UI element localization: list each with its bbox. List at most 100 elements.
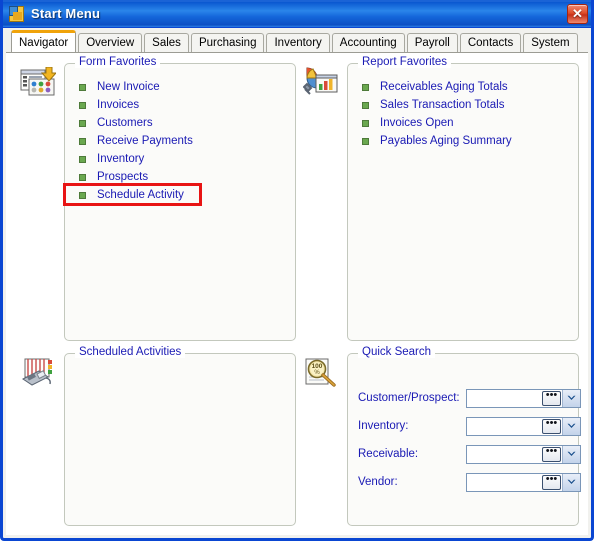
form-favorite-label: Receive Payments [97,135,193,147]
form-favorite-inventory[interactable]: Inventory [73,150,289,168]
report-chart-icon [303,67,339,99]
bullet-icon [79,119,86,127]
quick-search-receivable[interactable]: ••• [466,444,581,464]
navigator-panel: Form Favorites New Invoice Invoices Cust… [6,52,588,535]
form-favorites-groupbox: Form Favorites New Invoice Invoices Cust… [63,56,296,341]
quick-search-vendor[interactable]: ••• [466,472,581,492]
title-bar: Start Menu ✕ [3,0,591,28]
quick-search-vendor-input[interactable] [467,473,542,491]
bullet-icon [79,155,86,163]
tab-navigator[interactable]: Navigator [11,30,77,52]
tab-label: Sales [152,37,181,49]
browse-ellipsis-button[interactable]: ••• [542,445,561,462]
chevron-down-icon [567,395,576,400]
report-favorites-title: Report Favorites [358,56,452,68]
app-window-icon [8,5,25,22]
scheduled-activities-groupbox: Scheduled Activities [64,346,296,526]
form-favorite-label: Invoices [97,99,140,111]
form-favorite-new-invoice[interactable]: New Invoice [73,78,289,96]
magnifier-icon: 100 % [303,357,339,389]
tab-contacts[interactable]: Contacts [459,33,522,52]
quick-search-customer-prospect-input[interactable] [467,389,542,407]
dropdown-button[interactable] [562,389,580,407]
tab-label: Inventory [274,37,322,49]
report-favorite-invoices-open[interactable]: Invoices Open [356,114,572,132]
tab-system[interactable]: System [523,33,578,52]
quick-search-title: Quick Search [358,346,436,358]
scheduled-activities-section: Scheduled Activities [16,346,298,528]
bullet-icon [79,191,86,199]
report-favorites-groupbox: Report Favorites Receivables Aging Total… [347,56,579,341]
form-favorite-schedule-activity[interactable]: Schedule Activity [63,183,289,206]
tab-payroll[interactable]: Payroll [406,33,458,52]
ellipsis-icon: ••• [545,473,558,485]
svg-text:%: % [314,370,320,376]
report-favorite-label: Payables Aging Summary [380,135,512,147]
tab-label: Navigator [19,36,69,49]
form-favorite-label: Customers [97,117,153,129]
form-favorite-receive-payments[interactable]: Receive Payments [73,132,289,150]
quick-search-row-customer-prospect: Customer/Prospect: ••• [358,388,581,408]
form-favorite-customers[interactable]: Customers [73,114,289,132]
tab-overview[interactable]: Overview [78,33,143,52]
browse-ellipsis-button[interactable]: ••• [542,473,561,490]
report-favorite-sales-transaction-totals[interactable]: Sales Transaction Totals [356,96,572,114]
bullet-icon [79,137,86,145]
phone-calendar-icon [20,357,56,389]
start-menu-window: Start Menu ✕ Navigator Overview Sales Pu… [0,0,594,541]
form-favorite-label: New Invoice [97,81,160,93]
tab-strip: Navigator Overview Sales Purchasing Inve… [3,28,591,52]
report-favorite-label: Sales Transaction Totals [380,99,505,111]
bullet-icon [362,119,369,127]
dropdown-button[interactable] [562,445,580,463]
quick-search-label: Inventory: [358,420,409,432]
report-favorite-receivables-aging-totals[interactable]: Receivables Aging Totals [356,78,572,96]
quick-search-receivable-input[interactable] [467,445,542,463]
bullet-icon [362,83,369,91]
ellipsis-icon: ••• [545,445,558,457]
tab-sales[interactable]: Sales [144,33,189,52]
form-favorite-label: Inventory [97,153,145,165]
form-favorite-prospects[interactable]: Prospects [73,168,289,186]
chevron-down-icon [567,451,576,456]
quick-search-inventory[interactable]: ••• [466,416,581,436]
browse-ellipsis-button[interactable]: ••• [542,390,561,406]
ellipsis-icon: ••• [545,417,558,429]
quick-search-row-receivable: Receivable: ••• [358,444,581,464]
quick-search-customer-prospect[interactable]: ••• [466,388,581,408]
tab-label: System [531,37,570,49]
dropdown-button[interactable] [562,473,580,491]
browse-ellipsis-button[interactable]: ••• [542,417,561,434]
form-favorites-list: New Invoice Invoices Customers Receive P… [63,78,289,206]
chevron-down-icon [567,479,576,484]
tab-inventory[interactable]: Inventory [266,33,330,52]
form-favorites-section: Form Favorites New Invoice Invoices Cust… [16,56,298,343]
tab-label: Payroll [414,37,450,49]
quick-search-groupbox: Quick Search Customer/Prospect: ••• Inve… [347,346,581,526]
report-favorite-label: Receivables Aging Totals [380,81,508,93]
dropdown-button[interactable] [562,417,580,435]
quick-search-section: 100 % Quick Search Customer/Prospect: ••… [299,346,581,528]
close-button[interactable]: ✕ [567,3,588,24]
tab-accounting[interactable]: Accounting [331,33,405,52]
svg-text:100: 100 [312,363,323,370]
bullet-icon [79,173,86,181]
report-favorite-payables-aging-summary[interactable]: Payables Aging Summary [356,132,572,150]
quick-search-label: Vendor: [358,476,398,488]
report-favorites-list: Receivables Aging Totals Sales Transacti… [356,78,572,150]
chevron-down-icon [567,423,576,428]
tab-label: Contacts [467,37,514,49]
form-favorite-invoices[interactable]: Invoices [73,96,289,114]
tab-label: Purchasing [198,37,257,49]
form-favorite-label: Prospects [97,171,149,183]
report-favorites-section: Report Favorites Receivables Aging Total… [299,56,581,343]
tab-label: Overview [86,37,135,49]
scheduled-activities-title: Scheduled Activities [75,346,186,358]
bullet-icon [79,83,86,91]
quick-search-fields: Customer/Prospect: ••• Inventory: ••• Re… [358,388,581,500]
tab-label: Accounting [339,37,397,49]
quick-search-row-inventory: Inventory: ••• [358,416,581,436]
tab-purchasing[interactable]: Purchasing [190,33,265,52]
quick-search-inventory-input[interactable] [467,417,542,435]
quick-search-row-vendor: Vendor: ••• [358,472,581,492]
